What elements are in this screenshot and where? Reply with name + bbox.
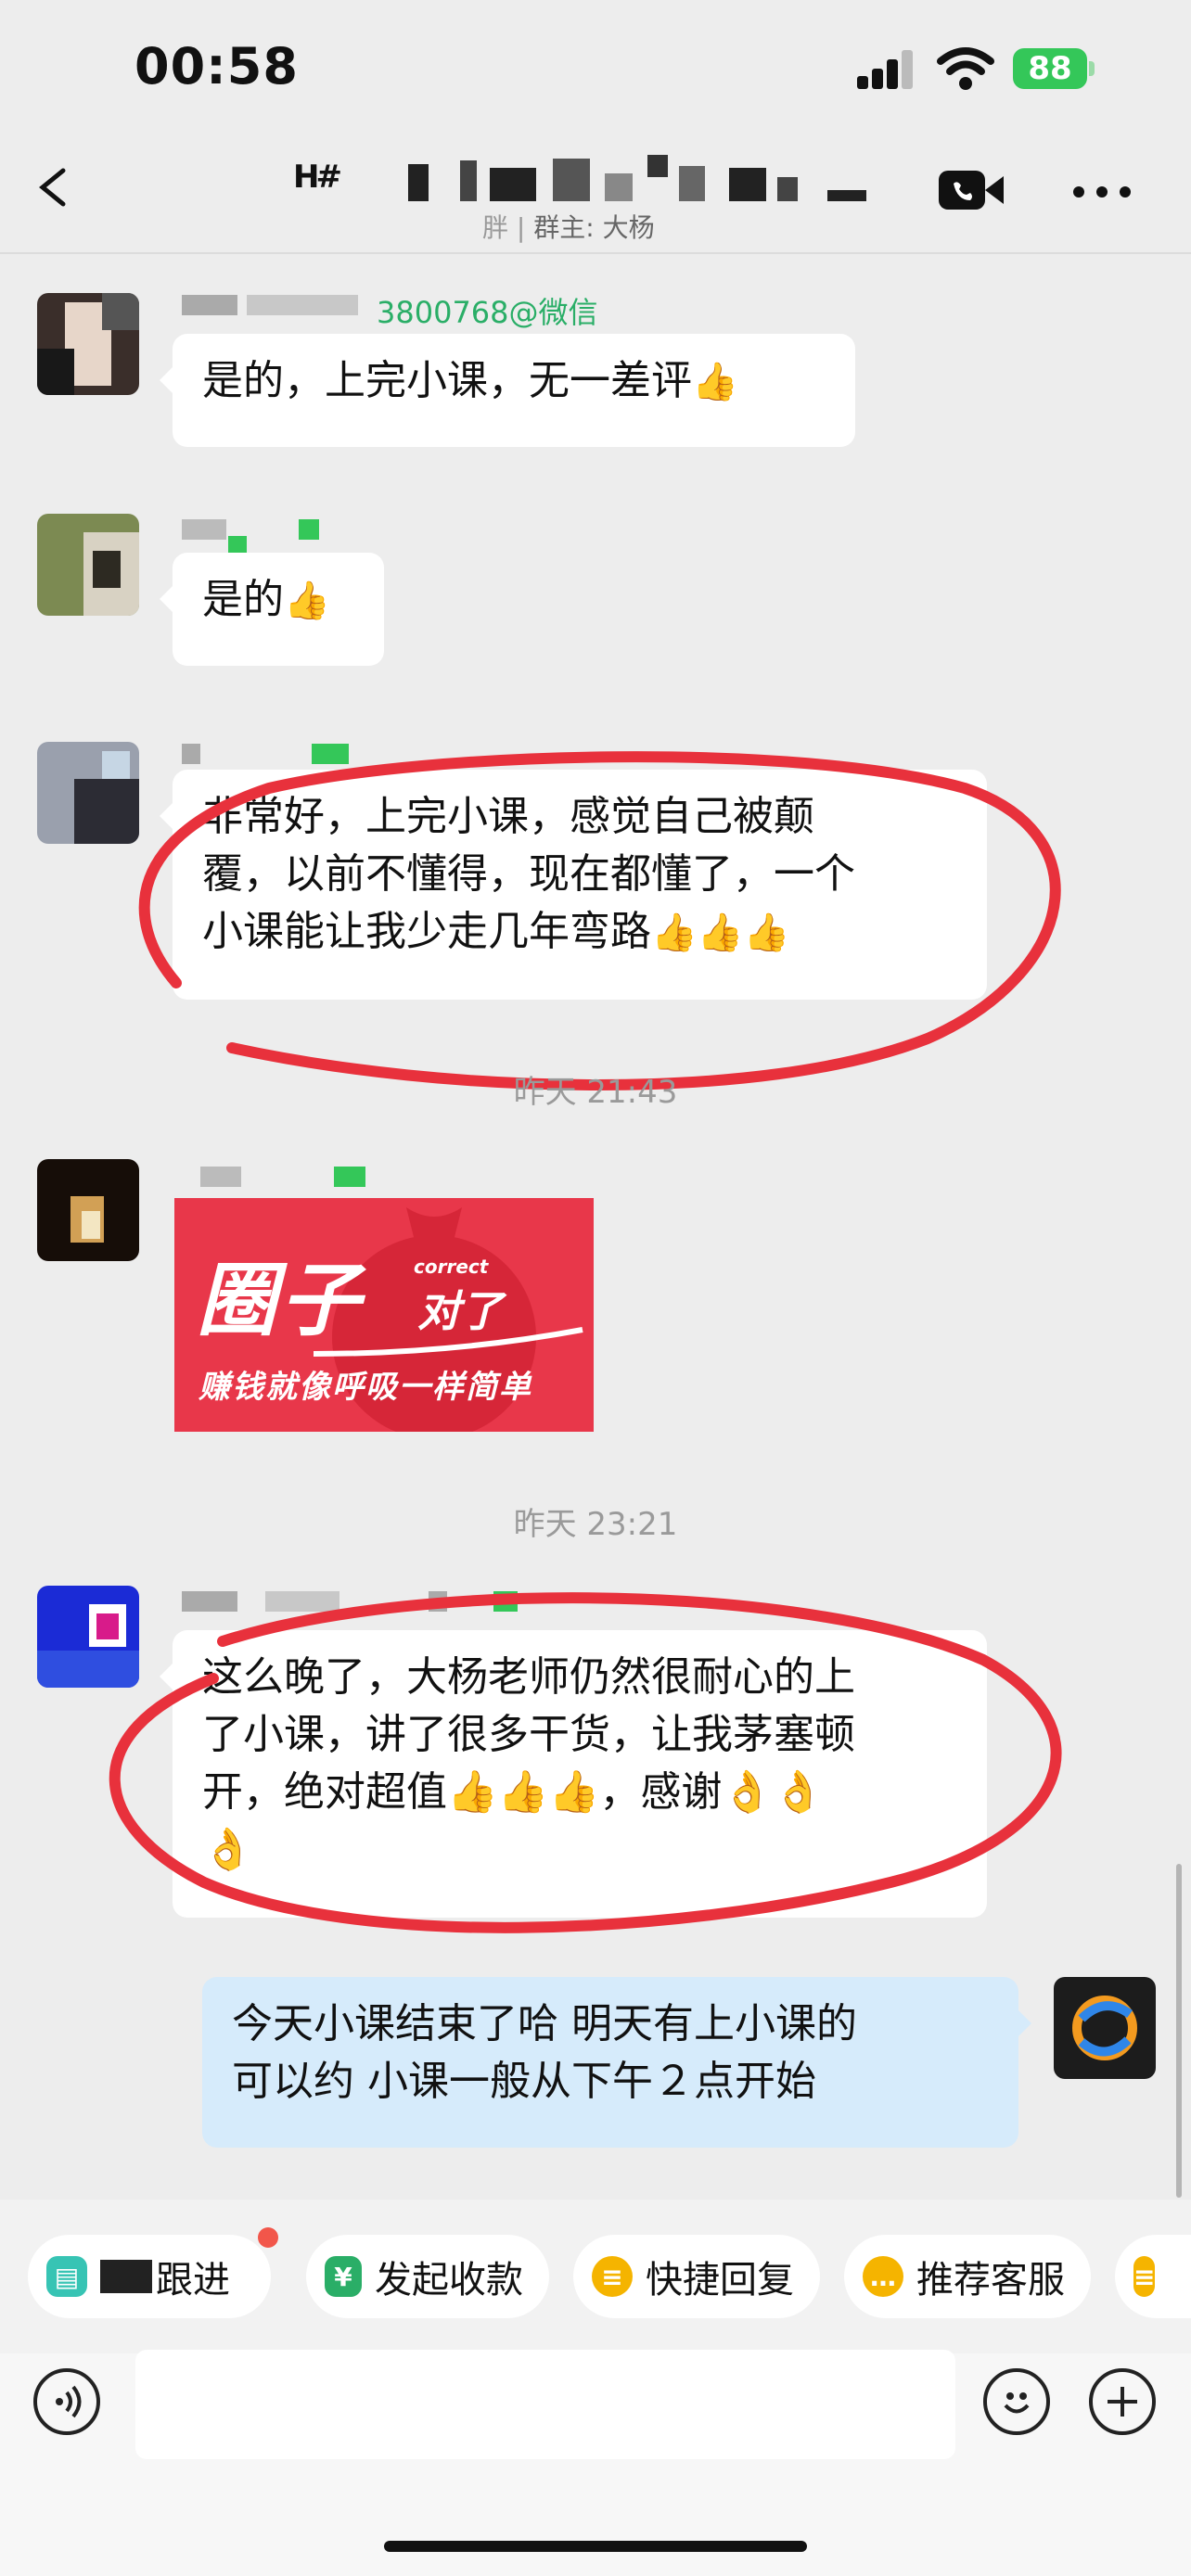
- quick-reply-chip-label: 快捷回复: [646, 2259, 794, 2302]
- message-input[interactable]: [135, 2350, 955, 2459]
- message-text: 是的: [202, 576, 284, 623]
- promo-correct: correct: [414, 1256, 489, 1278]
- smiley-icon: [1004, 2392, 1030, 2414]
- thumbs-up-emoji: 👍: [692, 361, 738, 403]
- red-annotation-circle: [138, 751, 1061, 1090]
- voice-icon: [56, 2385, 82, 2418]
- recommend-service-chip[interactable]: … 推荐客服: [844, 2235, 1091, 2318]
- timestamp: 昨天 21:43: [513, 1074, 678, 1111]
- avatar[interactable]: [37, 1159, 139, 1261]
- battery-indicator: 88: [1013, 48, 1087, 89]
- follow-chip-label: 跟进: [156, 2259, 230, 2302]
- status-time: 00:58: [134, 37, 299, 96]
- group-title-obscured: H#: [241, 153, 890, 209]
- payment-chip-label: 发起收款: [375, 2259, 523, 2302]
- group-title-prefix: H#: [293, 159, 342, 196]
- swoosh-decoration: [314, 1327, 583, 1357]
- sender-name: [200, 1167, 365, 1187]
- note-icon: ≡: [1133, 2256, 1156, 2297]
- follow-chip-obscured: [100, 2260, 152, 2293]
- video-call-icon[interactable]: [937, 167, 1005, 213]
- avatar[interactable]: [37, 293, 139, 395]
- scrollbar[interactable]: [1176, 1864, 1182, 2198]
- start-payment-chip[interactable]: ¥ 发起收款: [306, 2235, 549, 2318]
- timestamp: 昨天 23:21: [513, 1506, 678, 1543]
- sender-name: [182, 519, 330, 553]
- chat-bubble-icon: …: [863, 2256, 903, 2297]
- group-owner: 群主: 大杨: [533, 212, 655, 243]
- back-chevron-icon[interactable]: [35, 167, 69, 208]
- folder-icon: ▤: [46, 2256, 87, 2297]
- home-indicator: [384, 2541, 807, 2552]
- quick-reply-icon: ≡: [592, 2256, 633, 2297]
- yuan-shield-icon: ¥: [325, 2256, 362, 2297]
- recommend-chip-label: 推荐客服: [916, 2259, 1065, 2302]
- follow-up-chip[interactable]: ▤ 跟进: [28, 2235, 271, 2318]
- my-message-bubble[interactable]: 今天小课结束了哈 明天有上小课的 可以约 小课一般从下午２点开始: [202, 1977, 1031, 2148]
- wifi-icon: [937, 47, 994, 90]
- promo-slogan: 赚钱就像呼吸一样简单: [198, 1369, 532, 1406]
- my-avatar[interactable]: [1054, 1977, 1156, 2079]
- sender-name-suffix: 3800768@微信: [377, 295, 598, 330]
- voice-input-button[interactable]: [33, 2368, 100, 2435]
- promo-image-card[interactable]: 圈子 correct 对了 赚钱就像呼吸一样简单: [174, 1198, 594, 1432]
- quick-reply-chip[interactable]: ≡ 快捷回复: [573, 2235, 820, 2318]
- group-subtitle-prefix: 胖 |: [482, 212, 526, 243]
- message-text-line: 今天小课结束了哈 明天有上小课的: [232, 2000, 857, 2047]
- group-subtitle: 胖 | 群主: 大杨: [482, 208, 655, 245]
- more-options-icon[interactable]: [1072, 185, 1132, 198]
- plus-icon: [1108, 2387, 1137, 2417]
- message-bubble[interactable]: 是的👍: [160, 553, 384, 666]
- more-chip[interactable]: ≡: [1115, 2235, 1191, 2318]
- header-divider: [0, 252, 1191, 254]
- more-actions-button[interactable]: [1089, 2368, 1156, 2435]
- notification-dot: [258, 2227, 278, 2248]
- sender-name: 3800768@微信: [182, 295, 599, 330]
- message-bubble[interactable]: 是的，上完小课，无一差评👍: [160, 334, 855, 447]
- battery-level: 88: [1028, 50, 1072, 87]
- cellular-signal-icon: [857, 48, 913, 89]
- avatar[interactable]: [37, 514, 139, 616]
- message-text: 是的，上完小课，无一差评: [202, 357, 692, 404]
- battery-tip: [1089, 61, 1095, 76]
- message-text-line: 可以约 小课一般从下午２点开始: [232, 2058, 816, 2105]
- emoji-button[interactable]: [983, 2368, 1050, 2435]
- app-logo-icon: [1072, 1996, 1137, 2060]
- thumbs-up-emoji: 👍: [284, 580, 330, 622]
- red-annotation-circle: [109, 1592, 1062, 1933]
